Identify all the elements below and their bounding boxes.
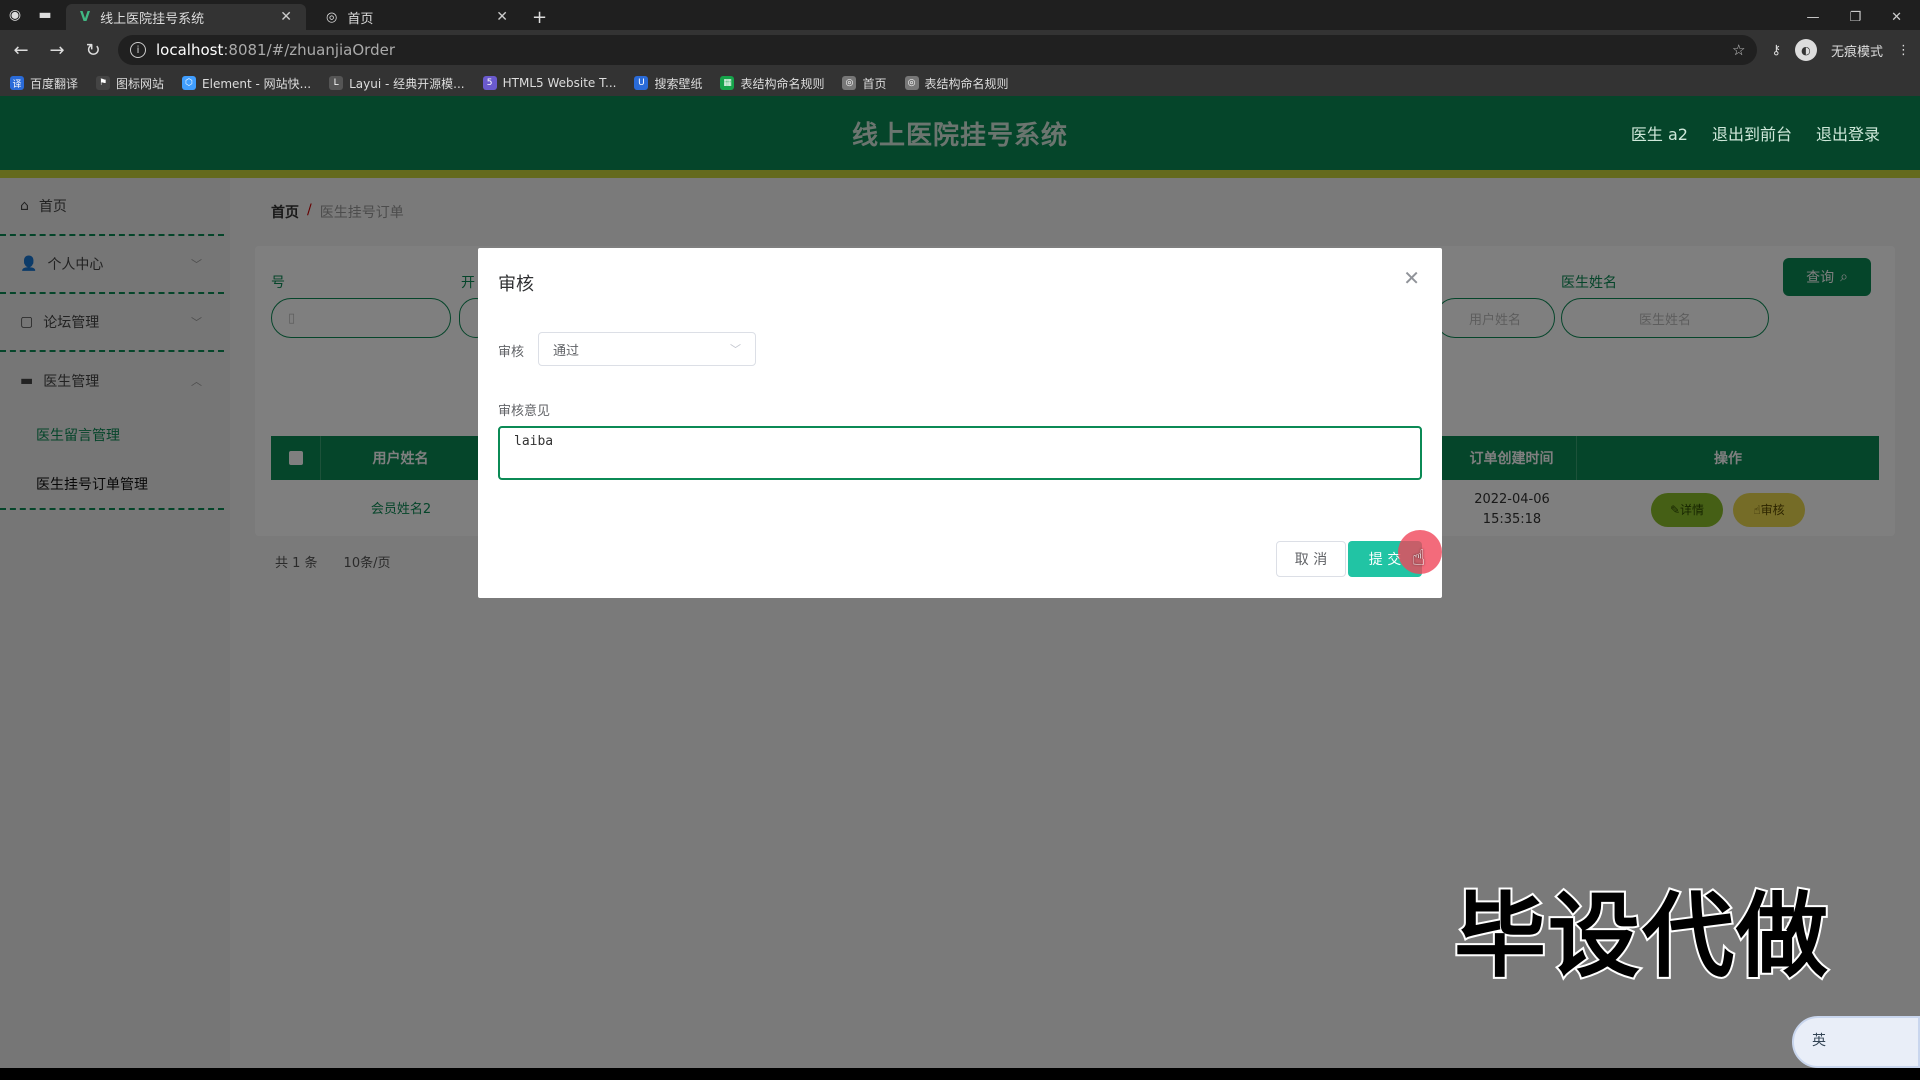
globe-icon: ◎ [842, 76, 857, 90]
opinion-label: 审核意见 [498, 404, 551, 419]
current-user: 医生 a2 [1630, 125, 1688, 144]
bookmark-label: Layui - 经典开源模... [349, 76, 465, 91]
cancel-button[interactable]: 取 消 [1276, 541, 1346, 577]
bookmark-item[interactable]: ◎ 首页 [842, 75, 887, 92]
bookmark-item[interactable]: ⬡ Element - 网站快... [182, 75, 311, 92]
close-icon[interactable]: ✕ [496, 9, 508, 25]
hand-cursor-icon: ☝ [1412, 546, 1426, 571]
info-icon[interactable]: i [130, 42, 146, 58]
bookmark-star-icon[interactable]: ☆ [1732, 41, 1745, 59]
bottom-bar [0, 1068, 1920, 1080]
chevron-down-icon: ﹀ [730, 343, 741, 356]
tab-home[interactable]: ◎ 首页 ✕ [312, 4, 522, 30]
header-links: 医生 a2 退出到前台 退出登录 [1631, 121, 1920, 145]
bookmark-item[interactable]: ⚑ 图标网站 [96, 75, 164, 92]
url-path: :8081/#/zhuanjiaOrder [223, 41, 395, 59]
opinion-textarea[interactable]: laiba [498, 426, 1422, 480]
url-host: localhost [156, 41, 224, 59]
bookmark-item[interactable]: ▦ 表结构命名规则 [720, 75, 824, 92]
incognito-label[interactable]: 无痕模式 [1831, 41, 1883, 60]
bookmark-label: Element - 网站快... [202, 76, 312, 91]
more-menu-icon[interactable]: ⋮ [1897, 43, 1910, 58]
minimize-icon[interactable]: — [1806, 10, 1819, 25]
ime-label: 英 [1812, 1033, 1826, 1049]
globe-icon: ◎ [326, 9, 338, 25]
bookmark-label: 搜索壁纸 [654, 76, 703, 91]
bookmark-label: 首页 [862, 76, 887, 91]
audit-select[interactable]: 通过 ﹀ [538, 332, 756, 366]
bookmark-item[interactable]: L Layui - 经典开源模... [329, 75, 465, 92]
audit-select-value: 通过 [553, 343, 580, 359]
browser-tabbar: ◉ ▬ V 线上医院挂号系统 ✕ ◎ 首页 ✕ + — ❐ ✕ [0, 0, 1920, 30]
wallpaper-icon: U [634, 76, 649, 90]
bookmark-item[interactable]: U 搜索壁纸 [634, 75, 702, 92]
globe-icon: ◎ [904, 76, 919, 90]
sheet-icon: ▦ [720, 76, 735, 90]
bookmark-label: 图标网站 [116, 76, 165, 91]
audit-label: 审核 [498, 345, 525, 360]
back-to-front-link[interactable]: 退出到前台 [1712, 121, 1792, 145]
toolbar-right: ⚷ ◐ 无痕模式 ⋮ [1771, 39, 1910, 61]
incognito-icon[interactable]: ◐ [1794, 39, 1817, 61]
flag-icon: ⚑ [96, 76, 111, 90]
vue-icon: V [80, 9, 91, 25]
bookmark-label: 表结构命名规则 [740, 76, 825, 91]
bookmark-label: 百度翻译 [30, 76, 79, 91]
key-icon[interactable]: ⚷ [1771, 43, 1781, 58]
close-icon[interactable]: ✕ [280, 9, 292, 25]
dialog-title: 审核 [498, 274, 534, 295]
tab-search-icon[interactable]: ▬ [30, 0, 60, 30]
element-icon: ⬡ [182, 76, 197, 90]
bookmark-label: HTML5 Website T... [502, 76, 617, 90]
tab-title: 线上医院挂号系统 [100, 11, 205, 27]
ime-widget[interactable]: 英 [1792, 1016, 1920, 1068]
bookmark-label: 表结构命名规则 [924, 76, 1009, 91]
restore-icon[interactable]: ❐ [1849, 10, 1861, 25]
back-icon[interactable]: ← [10, 40, 32, 61]
audit-dialog: 审核 ✕ 审核 通过 ﹀ 审核意见 laiba 取 消 提 交 ☝ [478, 248, 1442, 598]
bookmark-item[interactable]: ◎ 表结构命名规则 [904, 75, 1009, 92]
close-icon[interactable]: ✕ [1403, 266, 1420, 290]
tab-hospital-system[interactable]: V 线上医院挂号系统 ✕ [66, 4, 306, 30]
tab-title: 首页 [347, 11, 374, 27]
bookmark-item[interactable]: 5 HTML5 Website T... [482, 76, 617, 90]
bookmark-item[interactable]: 译百度翻译 [10, 75, 78, 92]
html5-icon: 5 [482, 76, 497, 90]
browser-menu-icon[interactable]: ◉ [0, 0, 30, 30]
window-controls: — ❐ ✕ [1806, 4, 1920, 30]
reload-icon[interactable]: ↻ [82, 40, 104, 61]
url-input[interactable]: i localhost:8081/#/zhuanjiaOrder ☆ [118, 35, 1758, 65]
address-bar: ← → ↻ i localhost:8081/#/zhuanjiaOrder ☆… [0, 30, 1920, 70]
logout-link[interactable]: 退出登录 [1816, 121, 1880, 145]
bookmarks-bar: 译百度翻译 ⚑ 图标网站 ⬡ Element - 网站快... L Layui - 经… [0, 70, 1920, 96]
watermark-text: 毕设代做 [1452, 881, 1831, 992]
layui-icon: L [329, 76, 344, 90]
new-tab-icon[interactable]: + [532, 4, 547, 30]
translate-icon: 译 [10, 76, 24, 90]
window-close-icon[interactable]: ✕ [1891, 10, 1902, 25]
forward-icon[interactable]: → [46, 40, 68, 61]
